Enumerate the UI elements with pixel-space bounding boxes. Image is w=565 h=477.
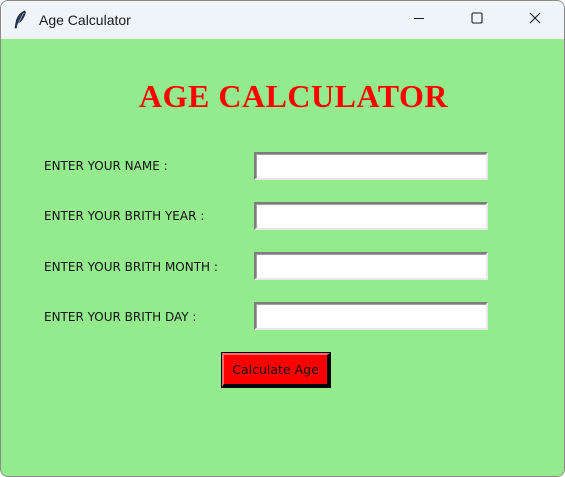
main-content: AGE CALCULATOR ENTER YOUR NAME : ENTER Y… [1, 39, 564, 476]
maximize-icon [471, 11, 483, 29]
birth-year-field[interactable] [254, 202, 488, 230]
minimize-icon [413, 11, 425, 29]
birth-month-field[interactable] [254, 252, 488, 280]
title-bar[interactable]: Age Calculator [1, 1, 564, 39]
page-title: AGE CALCULATOR [139, 78, 448, 114]
window-title: Age Calculator [39, 12, 131, 28]
app-window: Age Calculator AGE CALCULATOR ENTER YOUR… [0, 0, 565, 477]
close-button[interactable] [506, 1, 564, 39]
close-icon [529, 11, 541, 29]
maximize-button[interactable] [448, 1, 506, 39]
birth-day-label: ENTER YOUR BRITH DAY : [44, 309, 197, 324]
name-label: ENTER YOUR NAME : [44, 158, 168, 173]
birth-year-label: ENTER YOUR BRITH YEAR : [44, 208, 205, 223]
calculate-age-button[interactable]: Calculate Age [221, 352, 331, 388]
birth-month-label: ENTER YOUR BRITH MONTH : [44, 259, 218, 274]
birth-day-field[interactable] [254, 302, 488, 330]
feather-icon [12, 10, 28, 30]
minimize-button[interactable] [390, 1, 448, 39]
name-field[interactable] [254, 152, 488, 180]
